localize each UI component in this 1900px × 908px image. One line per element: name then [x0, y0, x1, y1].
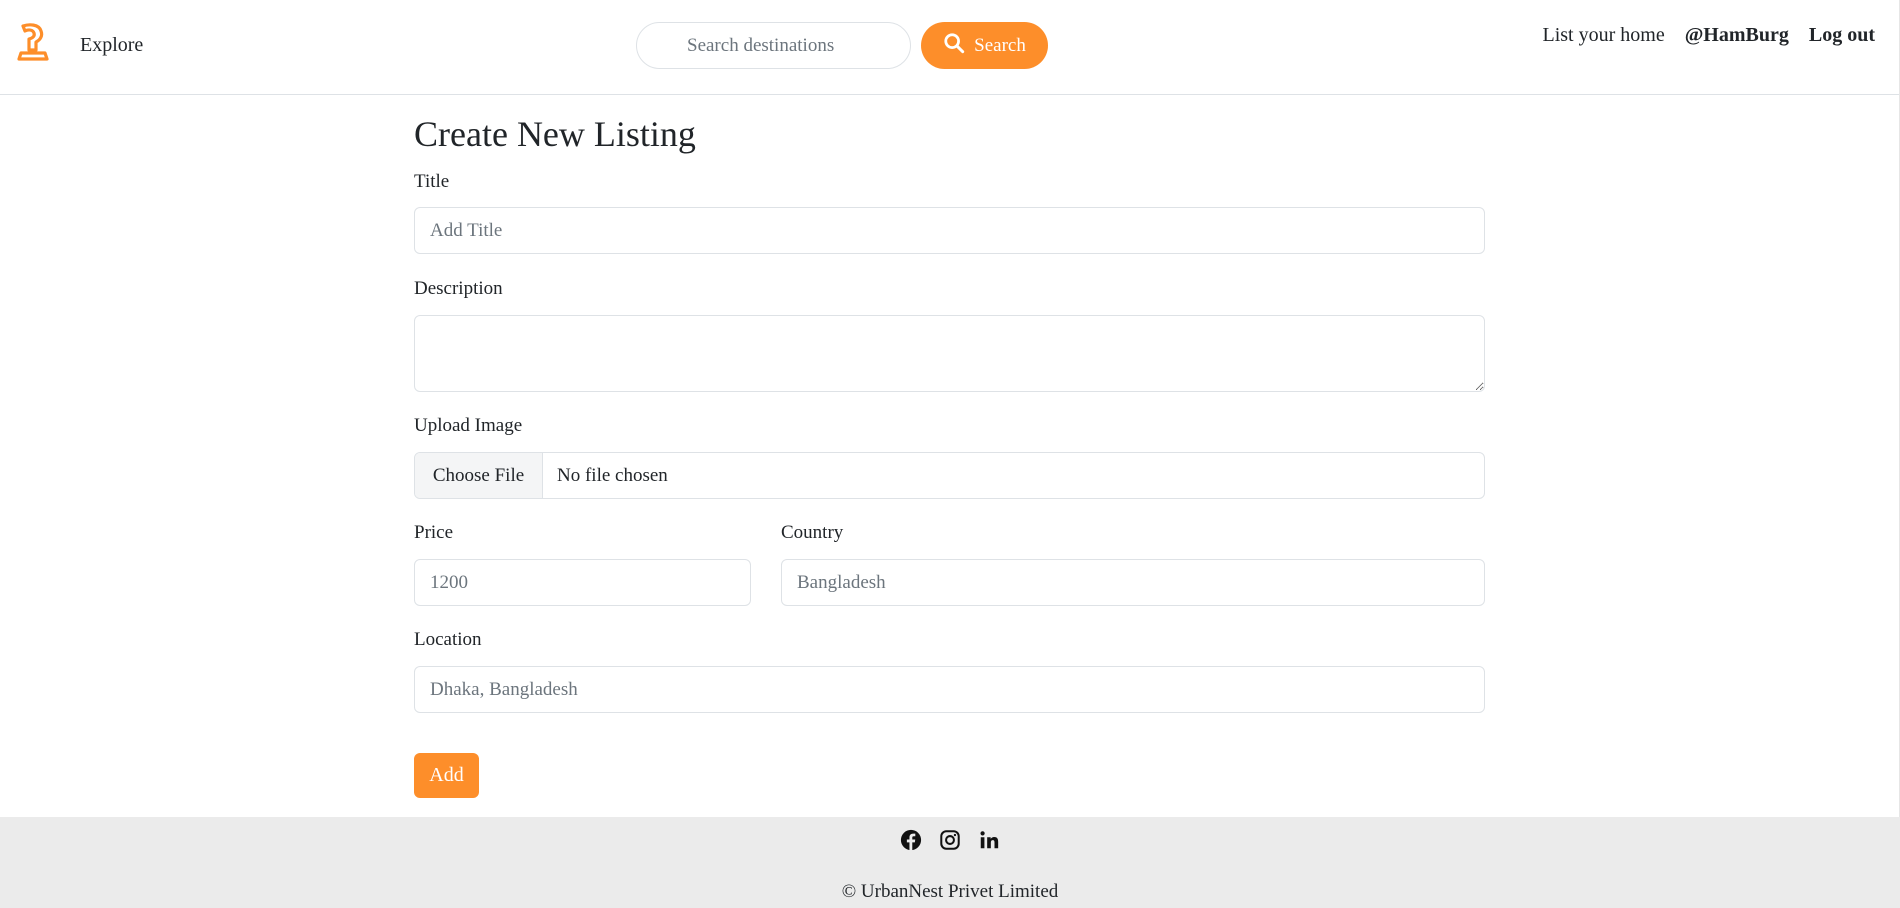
search-icon: [943, 32, 965, 60]
instagram-icon[interactable]: [939, 829, 961, 851]
linkedin-icon[interactable]: [978, 829, 1000, 851]
price-label: Price: [414, 522, 454, 543]
add-button[interactable]: Add: [414, 753, 479, 798]
choose-file-button[interactable]: Choose File: [415, 453, 543, 498]
nav-right: List your home @HamBurg Log out: [1542, 24, 1875, 47]
nav-explore-link[interactable]: Explore: [80, 34, 143, 57]
description-textarea[interactable]: [414, 315, 1485, 392]
search-button-label: Search: [974, 34, 1026, 56]
list-your-home-link[interactable]: List your home: [1542, 24, 1664, 47]
social-icons: [0, 829, 1900, 851]
page-title: Create New Listing: [414, 114, 696, 154]
title-label: Title: [414, 171, 450, 192]
description-label: Description: [414, 278, 503, 299]
upload-image-label: Upload Image: [414, 415, 523, 436]
file-status-text: No file chosen: [557, 464, 668, 486]
country-input[interactable]: [781, 559, 1485, 606]
location-input[interactable]: [414, 666, 1485, 713]
image-file-input[interactable]: Choose File No file chosen: [414, 452, 1485, 499]
country-label: Country: [781, 522, 844, 543]
username-link[interactable]: @HamBurg: [1685, 24, 1789, 47]
search-button[interactable]: Search: [921, 22, 1048, 69]
search-input[interactable]: [636, 22, 911, 69]
navbar: Explore Search List your home @HamBurg L…: [0, 0, 1900, 95]
footer: © UrbanNest Privet Limited: [0, 817, 1900, 908]
title-input[interactable]: [414, 207, 1485, 254]
price-input[interactable]: [414, 559, 751, 606]
location-label: Location: [414, 629, 482, 650]
copyright-text: © UrbanNest Privet Limited: [841, 881, 1059, 902]
facebook-icon[interactable]: [900, 829, 922, 851]
urbannest-logo-icon[interactable]: [15, 22, 51, 64]
logout-link[interactable]: Log out: [1809, 24, 1875, 47]
